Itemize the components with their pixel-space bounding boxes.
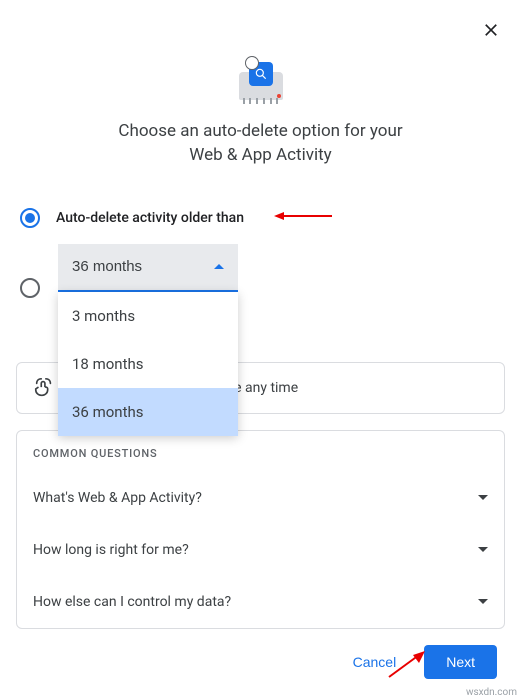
option-label: Auto-delete activity older than bbox=[56, 210, 244, 226]
option-auto-delete-older[interactable]: Auto-delete activity older than bbox=[20, 208, 501, 228]
question-web-app-activity[interactable]: What's Web & App Activity? bbox=[17, 472, 504, 524]
common-questions-header: COMMON QUESTIONS bbox=[17, 439, 504, 472]
question-label: How else can I control my data? bbox=[33, 594, 231, 610]
question-label: What's Web & App Activity? bbox=[33, 490, 202, 506]
caret-down-icon bbox=[478, 547, 488, 552]
question-how-long[interactable]: How long is right for me? bbox=[17, 524, 504, 576]
watermark: wsxdn.com bbox=[466, 687, 517, 698]
radio-unselected-icon[interactable] bbox=[20, 278, 40, 298]
tap-icon bbox=[33, 377, 55, 399]
dialog-title: Choose an auto-delete option for your We… bbox=[16, 120, 505, 168]
title-line-1: Choose an auto-delete option for your bbox=[118, 121, 402, 141]
dropdown-item-36-months[interactable]: 36 months bbox=[58, 388, 238, 436]
select-value: 36 months bbox=[72, 258, 142, 275]
options-section: Auto-delete activity older than 36 month… bbox=[16, 208, 505, 292]
next-button[interactable]: Next bbox=[424, 645, 497, 679]
close-button[interactable] bbox=[477, 16, 505, 47]
question-label: How long is right for me? bbox=[33, 542, 189, 558]
title-line-2: Web & App Activity bbox=[189, 145, 331, 165]
annotation-arrow-icon bbox=[274, 208, 334, 227]
dropdown-menu: 3 months 18 months 36 months bbox=[58, 292, 238, 436]
auto-delete-dialog: Choose an auto-delete option for your We… bbox=[0, 0, 521, 695]
radio-selected-icon[interactable] bbox=[20, 208, 40, 228]
question-control-data[interactable]: How else can I control my data? bbox=[17, 576, 504, 628]
caret-up-icon bbox=[214, 264, 224, 269]
dropdown-item-3-months[interactable]: 3 months bbox=[58, 292, 238, 340]
caret-down-icon bbox=[478, 495, 488, 500]
common-questions-card: COMMON QUESTIONS What's Web & App Activi… bbox=[16, 430, 505, 629]
dialog-footer: Cancel Next bbox=[16, 645, 505, 679]
header-illustration bbox=[16, 56, 505, 104]
duration-select[interactable]: 36 months bbox=[58, 244, 238, 292]
caret-down-icon bbox=[478, 599, 488, 604]
dropdown-item-18-months[interactable]: 18 months bbox=[58, 340, 238, 388]
close-icon bbox=[481, 20, 501, 40]
annotation-arrow-icon bbox=[387, 649, 427, 683]
